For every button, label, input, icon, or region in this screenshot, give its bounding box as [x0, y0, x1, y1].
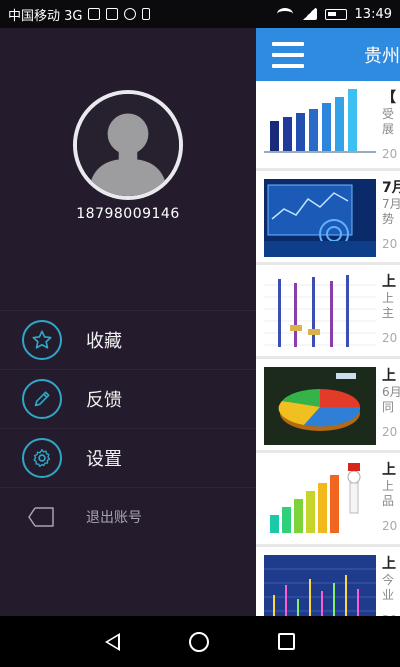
system-navigation-bar	[0, 616, 400, 667]
news-thumbnail	[264, 555, 376, 616]
news-snippet: 势	[382, 212, 395, 226]
menu-item-settings[interactable]: 设置	[0, 428, 256, 487]
news-snippet: 受	[382, 107, 395, 121]
menu-label-logout: 退出账号	[86, 510, 142, 526]
news-date: 20	[382, 519, 398, 533]
news-text: 上 上 主 20	[382, 271, 400, 345]
news-thumbnail	[264, 179, 376, 257]
main-content: 贵州 【 受 展 20 7 7月 势 20 上 上 主 20 上 6月 同 20…	[256, 28, 400, 616]
menu-item-logout[interactable]: 退出账号	[0, 487, 256, 546]
carrier-label: 中国移动 3G	[8, 8, 83, 24]
logout-icon	[22, 497, 62, 537]
news-thumbnail	[264, 367, 376, 445]
news-item[interactable]: 上 6月 同 20	[256, 359, 400, 453]
menu-item-feedback[interactable]: 反馈	[0, 369, 256, 428]
news-thumbnail	[264, 461, 376, 539]
signal-icon	[300, 8, 317, 20]
menu-icon[interactable]	[272, 41, 304, 68]
avatar[interactable]	[73, 90, 183, 200]
clock: 13:49	[354, 6, 392, 22]
news-title: 上	[382, 368, 396, 384]
wifi-icon	[276, 8, 293, 20]
news-title: 上	[382, 274, 396, 290]
image-icon	[106, 8, 119, 20]
notification-icon	[88, 8, 101, 20]
news-item[interactable]: 上 上 品 20	[256, 453, 400, 547]
back-icon[interactable]	[104, 632, 120, 651]
menu-item-favorites[interactable]: 收藏	[0, 310, 256, 369]
news-snippet: 主	[382, 306, 395, 320]
news-item[interactable]: 7月 7月 势 20	[256, 171, 400, 265]
menu-label-favorites: 收藏	[86, 331, 122, 352]
news-item[interactable]: 上 今 业 20	[256, 547, 400, 616]
battery-icon	[324, 8, 347, 20]
home-icon[interactable]	[188, 631, 209, 652]
news-date: 20	[382, 425, 398, 439]
news-text: 上 上 品 20	[382, 459, 400, 533]
news-title: 【	[382, 90, 396, 106]
top-app-bar: 贵州	[256, 28, 400, 81]
news-snippet: 业	[382, 588, 395, 602]
user-phone-number: 18798009146	[76, 206, 180, 222]
news-thumbnail	[264, 273, 376, 351]
news-snippet: 上	[382, 479, 395, 493]
news-date: 20	[382, 331, 398, 345]
recent-apps-icon[interactable]	[278, 633, 296, 650]
page-title: 贵州	[364, 46, 400, 67]
gear-icon	[22, 438, 62, 478]
user-silhouette-icon	[77, 94, 179, 196]
news-text: 上 6月 同 20	[382, 365, 400, 439]
navigation-drawer: 18798009146 收藏 反馈 设置 退出账号	[0, 28, 256, 616]
news-date: 20	[382, 237, 398, 251]
star-icon	[22, 320, 62, 360]
news-snippet: 品	[382, 494, 395, 508]
drawer-menu: 收藏 反馈 设置 退出账号	[0, 310, 256, 546]
news-list: 【 受 展 20 7月 7月 势	[256, 81, 400, 616]
news-text: 7月 7月 势 20	[382, 177, 400, 251]
news-title: 上	[382, 556, 396, 572]
pencil-icon	[22, 379, 62, 419]
news-text: 【 受 展 20	[382, 87, 400, 161]
news-snippet: 6月	[382, 385, 400, 399]
news-title: 7月	[382, 180, 400, 196]
news-thumbnail	[264, 83, 376, 161]
news-item[interactable]: 【 受 展 20	[256, 81, 400, 171]
menu-label-feedback: 反馈	[86, 390, 122, 411]
news-text: 上 今 业 20	[382, 553, 400, 616]
news-snippet: 同	[382, 400, 395, 414]
sync-icon	[124, 8, 137, 20]
news-snippet: 上	[382, 291, 395, 305]
news-snippet: 7月	[382, 197, 400, 211]
sim-icon	[142, 8, 151, 20]
menu-label-settings: 设置	[86, 449, 122, 470]
news-item[interactable]: 上 上 主 20	[256, 265, 400, 359]
status-bar: 中国移动 3G 13:49	[0, 0, 400, 28]
news-snippet: 展	[382, 122, 395, 136]
news-date: 20	[382, 147, 398, 161]
news-title: 上	[382, 462, 396, 478]
news-snippet: 今	[382, 573, 395, 587]
